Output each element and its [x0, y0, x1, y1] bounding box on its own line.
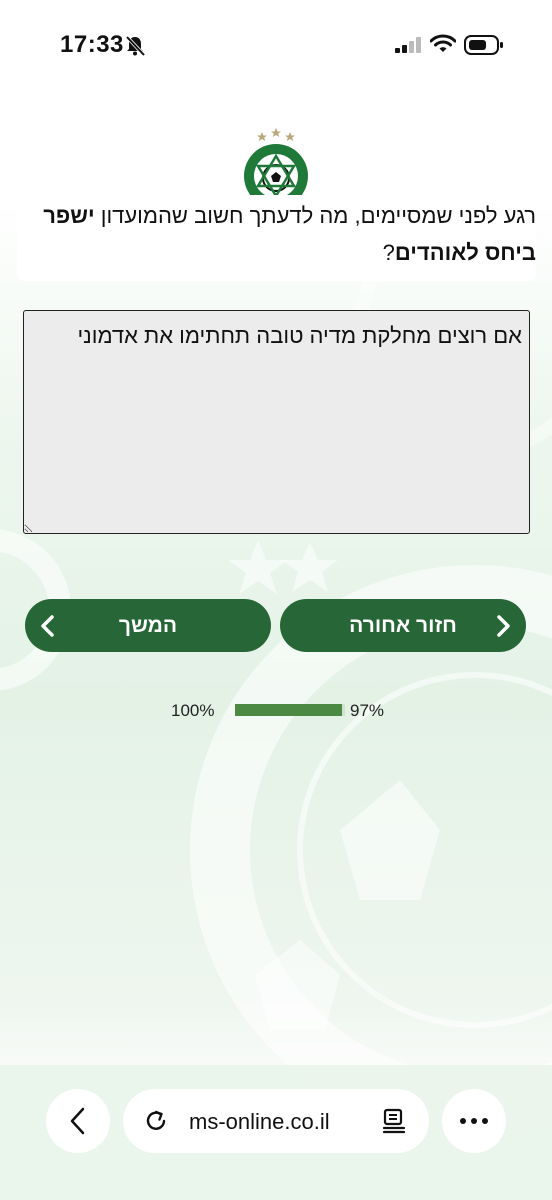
progress-bar — [235, 704, 345, 716]
bell-slash-icon — [125, 35, 146, 57]
question-card: רגע לפני שמסיימים, מה לדעתך חשוב שהמועדו… — [17, 195, 536, 281]
progress-fill — [235, 704, 342, 716]
back-chevron-icon — [70, 1107, 85, 1135]
more-icon — [460, 1118, 488, 1124]
browser-back-button[interactable] — [46, 1089, 110, 1153]
chevron-right-icon — [497, 615, 510, 637]
question-mark: ? — [382, 240, 395, 265]
status-time: 17:33 — [60, 31, 124, 58]
progress-end-label: 100% — [171, 701, 215, 720]
signal-icon — [395, 37, 421, 53]
back-button-label: חזור אחורה — [349, 613, 457, 637]
battery-icon — [464, 35, 503, 55]
url-text: ms-online.co.il — [189, 1109, 330, 1134]
question-bold-improve: ישפר — [43, 203, 95, 228]
next-button-label: המשך — [118, 613, 178, 637]
address-bar[interactable]: ms-online.co.il — [123, 1089, 429, 1153]
question-bold-fans: ביחס לאוהדים — [394, 240, 536, 265]
status-bar: 17:33 — [0, 0, 552, 90]
maccabi-haifa-logo — [244, 128, 308, 208]
next-button[interactable]: המשך — [25, 599, 271, 652]
chevron-left-icon — [41, 615, 54, 637]
browser-more-button[interactable] — [442, 1089, 506, 1153]
answer-textarea[interactable] — [23, 310, 530, 534]
question-text: רגע לפני שמסיימים, מה לדעתך חשוב שהמועדו… — [17, 195, 536, 271]
header — [0, 90, 552, 208]
question-text-part1: רגע לפני שמסיימים, מה לדעתך חשוב שהמועדו… — [94, 203, 536, 228]
browser-toolbar: ms-online.co.il — [0, 1065, 552, 1200]
back-button[interactable]: חזור אחורה — [280, 599, 526, 652]
reload-icon[interactable] — [143, 1108, 169, 1134]
wifi-icon — [430, 34, 456, 52]
reader-icon[interactable] — [381, 1108, 407, 1134]
progress-current-label: 97% — [350, 701, 385, 720]
